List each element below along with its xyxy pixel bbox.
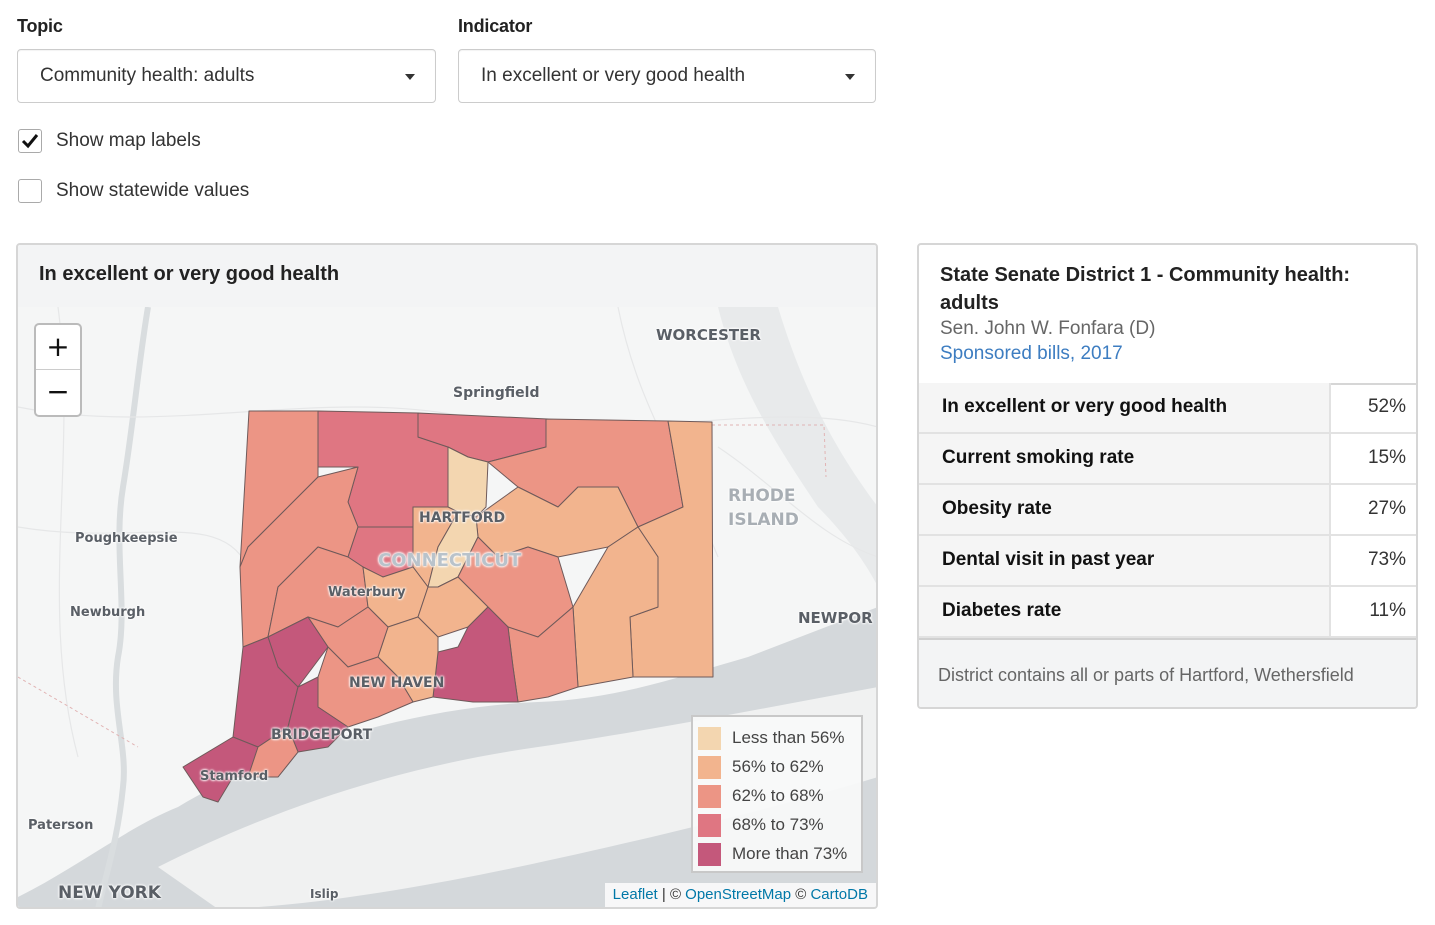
- osm-link[interactable]: OpenStreetMap: [685, 886, 791, 903]
- map-panel: In excellent or very good health WORCEST…: [16, 243, 878, 909]
- row-label: Current smoking rate: [942, 447, 1135, 468]
- carto-link[interactable]: CartoDB: [810, 886, 868, 903]
- topic-label: Topic: [17, 16, 63, 36]
- row-value: 27%: [1367, 498, 1406, 519]
- district-info-panel: State Senate District 1 - Community heal…: [917, 243, 1418, 709]
- district-info-header: State Senate District 1 - Community heal…: [919, 245, 1416, 385]
- table-row: Diabetes rate 11%: [919, 587, 1416, 638]
- map-label-island: ISLAND: [728, 510, 799, 530]
- topic-select-value: Community health: adults: [40, 65, 255, 86]
- narragansett-bay: [718, 307, 876, 584]
- leaflet-link[interactable]: Leaflet: [613, 886, 658, 903]
- legend-label: Less than 56%: [732, 728, 845, 747]
- attribution-sep: | ©: [657, 886, 686, 903]
- zoom-control: + −: [34, 323, 82, 417]
- map-label-waterbury: Waterbury: [328, 585, 406, 600]
- table-row: Dental visit in past year 73%: [919, 536, 1416, 587]
- table-row: In excellent or very good health 52%: [919, 383, 1416, 434]
- map-label-bridgeport: BRIDGEPORT: [271, 727, 373, 743]
- chevron-down-icon: [845, 74, 855, 80]
- map-label-stamford: Stamford: [200, 769, 269, 784]
- map-label-poughkeepsie: Poughkeepsie: [75, 531, 178, 546]
- row-value: 52%: [1367, 396, 1406, 417]
- map-label-newburgh: Newburgh: [70, 605, 146, 620]
- row-label: Diabetes rate: [942, 600, 1062, 621]
- district-footer: District contains all or parts of Hartfo…: [919, 638, 1416, 707]
- map-label-springfield: Springfield: [453, 385, 540, 401]
- indicator-label: Indicator: [458, 16, 533, 36]
- map-panel-header: In excellent or very good health: [18, 245, 876, 309]
- map-label-connecticut: CONNECTICUT: [378, 550, 522, 571]
- row-value: 11%: [1369, 600, 1406, 621]
- district-title: State Senate District 1 - Community heal…: [940, 264, 1351, 314]
- row-label: Dental visit in past year: [942, 549, 1155, 570]
- sponsored-bills-link[interactable]: Sponsored bills, 2017: [940, 343, 1123, 365]
- indicator-select[interactable]: In excellent or very good health: [458, 49, 876, 103]
- topic-select[interactable]: Community health: adults: [17, 49, 436, 103]
- district-towns: District contains all or parts of Hartfo…: [938, 665, 1354, 685]
- senator-name: Sen. John W. Fonfara (D): [940, 318, 1156, 339]
- show-statewide-label[interactable]: Show statewide values: [56, 180, 249, 202]
- map-label-hartford: HARTFORD: [419, 510, 506, 526]
- legend-label: 56% to 62%: [732, 757, 824, 776]
- map-label-islip: Islip: [310, 887, 339, 901]
- indicator-table: In excellent or very good health 52% Cur…: [919, 383, 1416, 638]
- attribution-sep: ©: [791, 886, 811, 903]
- show-map-labels-label[interactable]: Show map labels: [56, 130, 201, 152]
- legend-label: More than 73%: [732, 844, 848, 863]
- zoom-in-button[interactable]: +: [36, 325, 80, 370]
- choropleth-map[interactable]: WORCESTER Springfield RHODE ISLAND HARTF…: [18, 307, 876, 907]
- legend-swatch: [698, 843, 721, 866]
- map-label-new-york: NEW YORK: [58, 883, 161, 903]
- row-value: 15%: [1367, 447, 1406, 468]
- map-label-newport: NEWPOR: [798, 609, 873, 627]
- legend-swatch: [698, 756, 721, 779]
- map-legend: Less than 56% 56% to 62% 62% to 68% 68% …: [691, 715, 863, 873]
- map-label-paterson: Paterson: [28, 818, 94, 833]
- legend-swatch: [698, 814, 721, 837]
- map-label-new-haven: NEW HAVEN: [349, 675, 445, 691]
- legend-label: 62% to 68%: [732, 786, 824, 805]
- map-label-rhode: RHODE: [728, 486, 796, 506]
- show-statewide-checkbox[interactable]: [18, 179, 42, 203]
- zoom-out-button[interactable]: −: [36, 370, 80, 414]
- table-row: Obesity rate 27%: [919, 485, 1416, 536]
- map-label-worcester: WORCESTER: [656, 326, 761, 344]
- legend-swatch: [698, 785, 721, 808]
- row-label: In excellent or very good health: [942, 396, 1228, 417]
- checkmark-icon: [21, 134, 39, 149]
- legend-swatch: [698, 727, 721, 750]
- map-title: In excellent or very good health: [39, 263, 340, 285]
- show-map-labels-checkbox[interactable]: [18, 129, 42, 153]
- map-attribution: Leaflet | © OpenStreetMap © CartoDB: [604, 883, 876, 907]
- row-label: Obesity rate: [942, 498, 1052, 519]
- indicator-select-value: In excellent or very good health: [481, 65, 746, 86]
- row-value: 73%: [1367, 549, 1406, 570]
- table-row: Current smoking rate 15%: [919, 434, 1416, 485]
- legend-label: 68% to 73%: [732, 815, 824, 834]
- chevron-down-icon: [405, 74, 415, 80]
